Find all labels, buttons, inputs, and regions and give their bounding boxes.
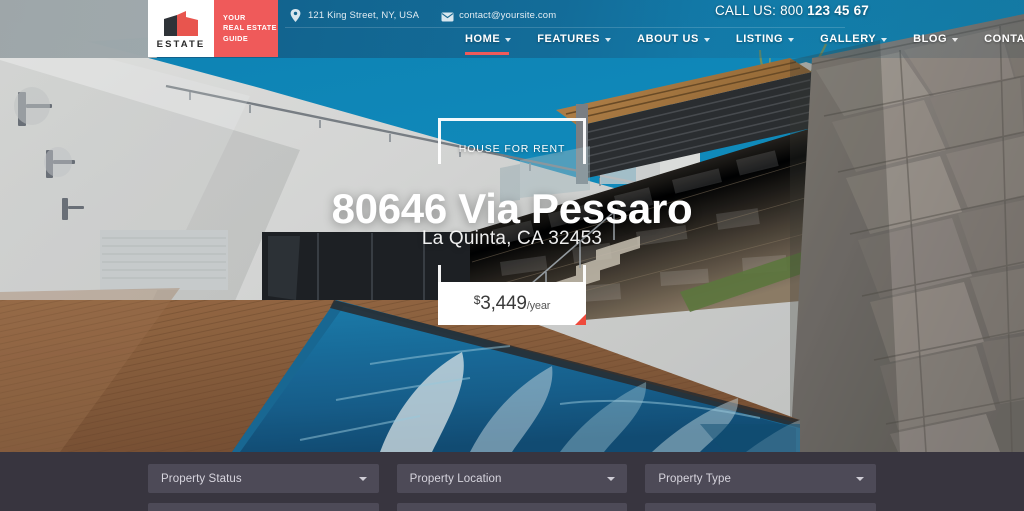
chevron-down-icon: [788, 38, 795, 42]
chevron-down-icon: [358, 477, 367, 481]
nav-label: LISTING: [735, 33, 784, 45]
chevron-down-icon: [605, 38, 612, 42]
header-email-text: contact@yoursite.com: [459, 9, 557, 21]
hero-location: La Quinta, CA 32453: [421, 228, 603, 249]
chevron-down-icon: [505, 38, 512, 42]
nav-item-home[interactable]: HOME: [452, 30, 524, 55]
nav-label: HOME: [465, 33, 501, 45]
header-email[interactable]: contact@yoursite.com: [441, 9, 556, 22]
search-fields-row-2: [148, 503, 877, 511]
nav-label: CONTACTS: [984, 33, 1024, 45]
envelope-icon: [441, 9, 454, 22]
logo-tagline-line-2: REAL ESTATE: [223, 23, 277, 33]
header-address-text: 121 King Street, NY, USA: [308, 9, 420, 21]
nav-label: GALLERY: [820, 33, 877, 45]
property-location-select[interactable]: Property Location: [396, 464, 628, 493]
property-search-bar: Property Status Property Location Proper…: [0, 452, 1024, 511]
header-address[interactable]: 121 King Street, NY, USA: [290, 8, 420, 22]
site-logo[interactable]: ESTATE YOUR REAL ESTATE GUIDE: [148, 0, 278, 57]
nav-item-contacts[interactable]: CONTACTS: [971, 30, 1024, 45]
logo-tagline-line-3: GUIDE: [223, 33, 249, 43]
site-header: ESTATE YOUR REAL ESTATE GUIDE 121 King S…: [0, 0, 1024, 58]
logo-tagline-line-1: YOUR: [223, 12, 246, 22]
nav-item-listing[interactable]: LISTING: [723, 30, 807, 45]
price-amount: 3,449: [480, 293, 527, 314]
call-us-label: CALL US:: [714, 3, 777, 18]
building-icon: [164, 11, 198, 37]
header-contact-bar: 121 King Street, NY, USA contact@yoursit…: [290, 4, 556, 26]
main-navigation: HOME FEATURES ABOUT US LISTING GALLERY B…: [452, 30, 1024, 58]
property-status-value: Property Status: [161, 472, 242, 485]
hero-title: 80646 Via Pessaro: [331, 185, 693, 232]
nav-item-blog[interactable]: BLOG: [900, 30, 971, 45]
property-type-value: Property Type: [658, 472, 732, 485]
header-divider: [285, 27, 845, 28]
price-period: /year: [526, 300, 551, 312]
call-us-prefix: 800: [780, 3, 804, 18]
logo-mark-block: ESTATE: [148, 0, 214, 57]
call-us-number: 123 45 67: [807, 3, 869, 18]
search-fields-row-1: Property Status Property Location Proper…: [148, 464, 877, 493]
chevron-down-icon: [881, 38, 888, 42]
chevron-down-icon: [952, 38, 959, 42]
hero-status-tag: HOUSE FOR RENT: [458, 143, 566, 155]
nav-item-gallery[interactable]: GALLERY: [807, 30, 900, 45]
nav-item-about-us[interactable]: ABOUT US: [624, 30, 723, 45]
bedrooms-select[interactable]: [645, 503, 877, 511]
hero-frame-top: [438, 118, 586, 164]
price-corner-accent: [575, 314, 586, 325]
hero-price-box: $3,449/year: [438, 282, 586, 325]
min-price-select[interactable]: [148, 503, 379, 511]
property-status-select[interactable]: Property Status: [148, 464, 379, 493]
nav-label: BLOG: [913, 33, 948, 45]
hero-content: HOUSE FOR RENT 80646 Via Pessaro La Quin…: [0, 0, 1024, 452]
map-pin-icon: [290, 8, 301, 22]
chevron-down-icon: [607, 477, 616, 481]
nav-item-features[interactable]: FEATURES: [524, 30, 624, 45]
nav-label: FEATURES: [537, 33, 601, 45]
logo-tagline-block: YOUR REAL ESTATE GUIDE: [214, 0, 278, 57]
property-location-value: Property Location: [409, 472, 502, 485]
page-root: HOUSE FOR RENT 80646 Via Pessaro La Quin…: [0, 0, 1024, 511]
chevron-down-icon: [856, 477, 865, 481]
property-type-select[interactable]: Property Type: [645, 464, 877, 493]
logo-wordmark: ESTATE: [156, 39, 206, 51]
header-phone[interactable]: CALL US: 800 123 45 67: [715, 3, 869, 18]
max-price-select[interactable]: [396, 503, 628, 511]
chevron-down-icon: [703, 38, 710, 42]
nav-label: ABOUT US: [637, 33, 699, 45]
hero-price-text: $3,449/year: [474, 294, 551, 313]
